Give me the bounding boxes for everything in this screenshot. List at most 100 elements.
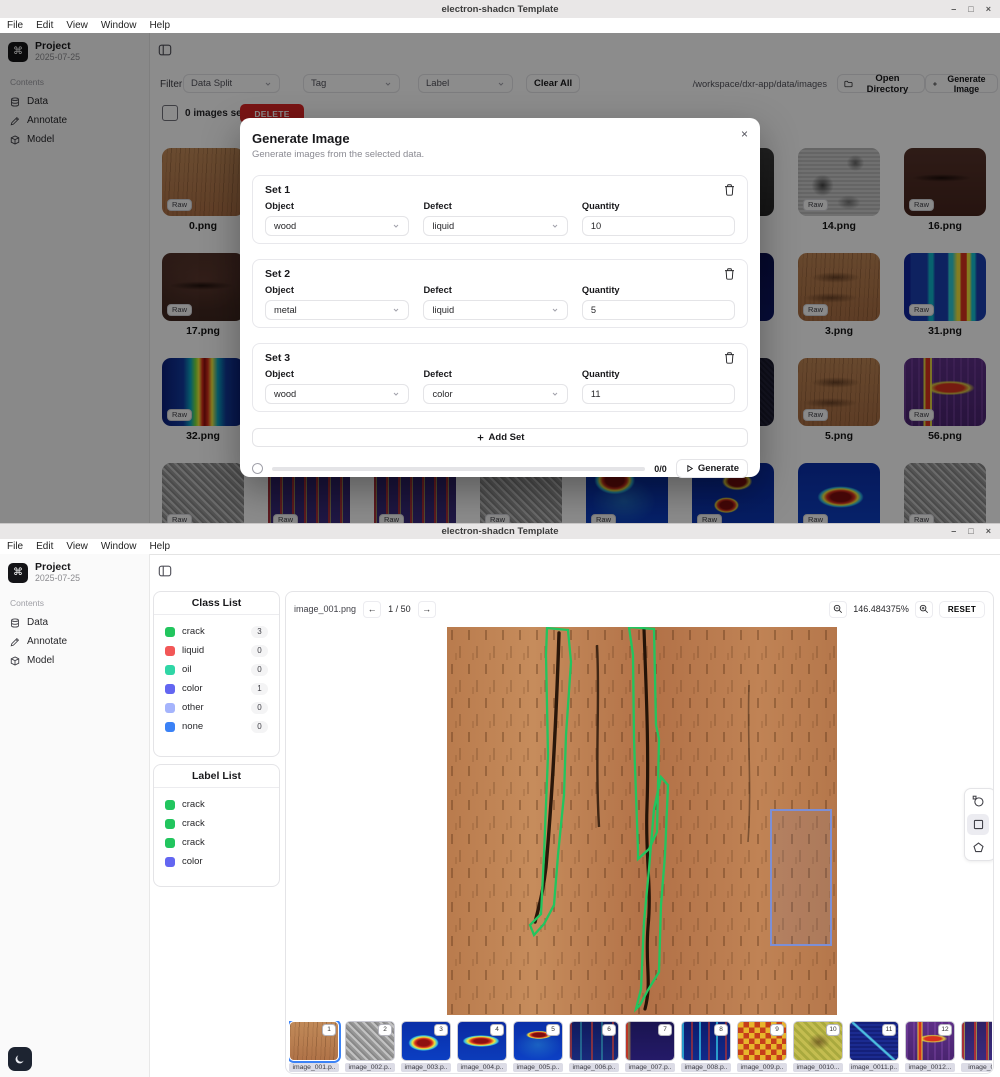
delete-set-button[interactable] xyxy=(724,184,735,196)
menu-item[interactable]: Edit xyxy=(36,541,53,552)
defect-value: liquid xyxy=(432,221,454,231)
thumbnail-label: image_0010... xyxy=(793,1063,843,1072)
close-button[interactable]: × xyxy=(986,527,991,536)
defect-select[interactable]: liquid xyxy=(423,216,567,236)
thumbnail-item[interactable]: 9 image_009.p.. xyxy=(737,1021,787,1073)
menu-item[interactable]: Window xyxy=(101,20,137,31)
maximize-button[interactable]: □ xyxy=(968,5,973,14)
defect-select[interactable]: color xyxy=(423,384,567,404)
add-set-button[interactable]: Add Set xyxy=(252,428,748,447)
class-name: crack xyxy=(182,626,205,637)
sidebar-item-annotate[interactable]: Annotate xyxy=(0,632,149,651)
window-annotate-view: electron-shadcn Template – □ × FileEditV… xyxy=(0,523,1000,1077)
thumbnail-item[interactable]: 5 image_005.p.. xyxy=(513,1021,563,1073)
class-count-badge: 1 xyxy=(251,683,268,695)
menu-item[interactable]: Help xyxy=(149,541,170,552)
thumbnail-item[interactable]: 11 image_0011.p.. xyxy=(849,1021,899,1073)
thumbnail-item[interactable]: 7 image_007.p.. xyxy=(625,1021,675,1073)
class-row[interactable]: crack 3 xyxy=(154,622,279,641)
prev-image-button[interactable]: ← xyxy=(363,601,381,618)
class-row[interactable]: liquid 0 xyxy=(154,641,279,660)
object-select[interactable]: wood xyxy=(265,216,409,236)
defect-select[interactable]: liquid xyxy=(423,300,567,320)
next-image-button[interactable]: → xyxy=(418,601,436,618)
trash-icon xyxy=(724,184,735,196)
annotated-image[interactable] xyxy=(447,627,837,1015)
thumbnail-item[interactable]: 1 image_001.p.. xyxy=(289,1021,339,1073)
sidebar-item-label: Data xyxy=(27,617,48,628)
quantity-value: 5 xyxy=(591,305,596,315)
quantity-input[interactable]: 11 xyxy=(582,384,735,404)
modal-close-button[interactable]: × xyxy=(741,127,748,141)
thumbnail-item[interactable]: 2 image_002.p.. xyxy=(345,1021,395,1073)
label-row[interactable]: crack xyxy=(154,795,279,814)
class-row[interactable]: color 1 xyxy=(154,679,279,698)
menu-item[interactable]: File xyxy=(7,20,23,31)
zoom-out-icon xyxy=(833,604,843,614)
rectangle-tool-button[interactable] xyxy=(967,814,989,835)
thumbnail-item[interactable]: 13 image_00... xyxy=(961,1021,992,1073)
thumbnail-number: 9 xyxy=(770,1024,784,1036)
menu-item[interactable]: Help xyxy=(149,20,170,31)
defect-value: color xyxy=(432,389,452,399)
annotation-canvas[interactable] xyxy=(287,623,992,1017)
thumbnail-item[interactable]: 4 image_004.p.. xyxy=(457,1021,507,1073)
quantity-input[interactable]: 5 xyxy=(582,300,735,320)
delete-set-button[interactable] xyxy=(724,352,735,364)
thumbnail-label: image_009.p.. xyxy=(737,1063,787,1072)
zoom-in-button[interactable] xyxy=(915,601,933,618)
menu-item[interactable]: File xyxy=(7,541,23,552)
label-name: crack xyxy=(182,799,205,810)
page-indicator: 1 / 50 xyxy=(388,604,411,614)
menu-item[interactable]: View xyxy=(66,20,88,31)
thumbnail-label: image_00... xyxy=(961,1063,992,1072)
thumbnail-item[interactable]: 12 image_0012... xyxy=(905,1021,955,1073)
thumbnail-number: 11 xyxy=(882,1024,896,1036)
generate-button[interactable]: Generate xyxy=(676,459,748,478)
annotation-rect-color[interactable] xyxy=(771,810,831,945)
thumbnail-number: 12 xyxy=(938,1024,952,1036)
label-row[interactable]: crack xyxy=(154,814,279,833)
project-header[interactable]: ⌘ Project 2025-07-25 xyxy=(0,554,149,587)
object-value: wood xyxy=(274,389,296,399)
thumbnail-item[interactable]: 6 image_006.p.. xyxy=(569,1021,619,1073)
zoom-out-button[interactable] xyxy=(829,601,847,618)
moon-icon xyxy=(14,1053,26,1065)
class-color-swatch xyxy=(165,665,175,675)
class-color-swatch xyxy=(165,703,175,713)
class-name: oil xyxy=(182,664,192,675)
zoom-in-icon xyxy=(919,604,929,614)
thumbnail-label: image_003.p.. xyxy=(401,1063,451,1072)
label-row[interactable]: color xyxy=(154,852,279,871)
theme-toggle-button[interactable] xyxy=(8,1047,32,1071)
class-row[interactable]: other 0 xyxy=(154,698,279,717)
class-row[interactable]: oil 0 xyxy=(154,660,279,679)
object-select[interactable]: metal xyxy=(265,300,409,320)
ellipse-tool-icon xyxy=(972,795,985,808)
minimize-button[interactable]: – xyxy=(951,5,956,14)
delete-set-button[interactable] xyxy=(724,268,735,280)
object-select[interactable]: wood xyxy=(265,384,409,404)
polygon-tool-button[interactable] xyxy=(967,837,989,858)
sidebar-toggle-button[interactable] xyxy=(157,563,173,579)
trash-icon xyxy=(724,352,735,364)
menu-item[interactable]: View xyxy=(66,541,88,552)
minimize-button[interactable]: – xyxy=(951,527,956,536)
label-row[interactable]: crack xyxy=(154,833,279,852)
thumbnail-item[interactable]: 3 image_003.p.. xyxy=(401,1021,451,1073)
label-list-title: Label List xyxy=(154,765,279,788)
sidebar-item-model[interactable]: Model xyxy=(0,651,149,670)
thumbnail-item[interactable]: 8 image_008.p.. xyxy=(681,1021,731,1073)
reset-zoom-button[interactable]: RESET xyxy=(939,601,985,618)
class-row[interactable]: none 0 xyxy=(154,717,279,736)
menu-item[interactable]: Window xyxy=(101,541,137,552)
object-label: Object xyxy=(265,285,409,295)
close-button[interactable]: × xyxy=(986,5,991,14)
thumbnail-item[interactable]: 10 image_0010... xyxy=(793,1021,843,1073)
quantity-input[interactable]: 10 xyxy=(582,216,735,236)
maximize-button[interactable]: □ xyxy=(968,527,973,536)
sidebar: ⌘ Project 2025-07-25 Contents Data Annot… xyxy=(0,554,150,1077)
ellipse-tool-button[interactable] xyxy=(967,791,989,812)
sidebar-item-data[interactable]: Data xyxy=(0,613,149,632)
menu-item[interactable]: Edit xyxy=(36,20,53,31)
